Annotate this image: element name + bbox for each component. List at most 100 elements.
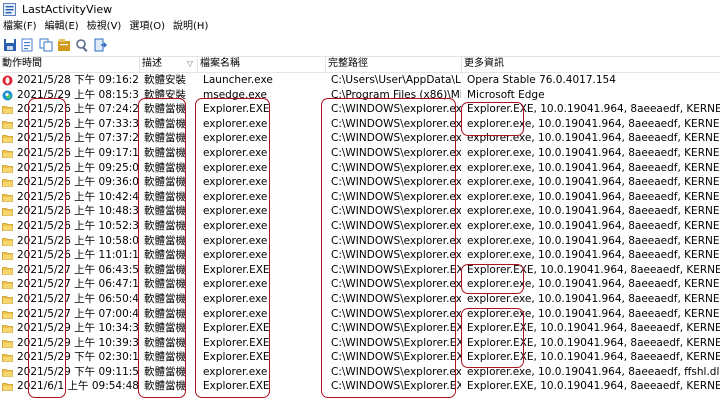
table-row[interactable]: 2021/5/29 下午 09:11:56 軟體當機 explorer.exe C:\… (0, 365, 720, 380)
cell-filename: msedge.exe (203, 88, 267, 101)
folder-icon (2, 310, 13, 319)
cell-filename: Explorer.EXE (203, 351, 270, 364)
menu-item-0[interactable]: 檔案(F) (0, 19, 42, 36)
cell-more-info: Explorer.EXE, 10.0.19041.964, 8aeeaedf, … (467, 322, 720, 335)
table-row[interactable]: 2021/5/27 上午 06:47:18 軟體當機 explorer.exe C:\… (0, 277, 720, 292)
table-row[interactable]: 2021/5/26 上午 07:24:29 軟體當機 Explorer.EXE C:\… (0, 102, 720, 117)
table-row[interactable]: 2021/5/26 上午 11:01:12 軟體當機 explorer.exe C:\… (0, 248, 720, 263)
copy-icon[interactable] (39, 38, 53, 52)
cell-action-time: 2021/5/26 上午 07:37:26 (17, 132, 138, 145)
sort-descending-icon: ▽ (186, 59, 193, 68)
table-row[interactable]: 2021/5/29 上午 10:34:34 軟體當機 Explorer.EXE C:\… (0, 321, 720, 336)
folder-icon (2, 325, 13, 333)
folder-icon (2, 296, 13, 304)
cell-action-time: 2021/5/26 上午 09:17:18 (17, 146, 138, 159)
table-row[interactable]: 2021/5/27 上午 06:50:41 軟體當機 explorer.exe C:\… (0, 292, 720, 307)
cell-action-time: 2021/5/29 上午 10:39:31 (17, 336, 138, 349)
properties-icon[interactable] (21, 38, 35, 52)
cell-action-time: 2021/5/26 上午 07:33:39 (17, 117, 138, 130)
table-row[interactable]: 2021/5/26 上午 10:42:40 軟體當機 explorer.exe C:\… (0, 190, 720, 205)
toolbar (0, 36, 720, 57)
cell-description: 軟體當機 (144, 176, 186, 189)
search-icon[interactable] (75, 38, 89, 52)
cell-filename: explorer.exe (203, 117, 268, 130)
table-row[interactable]: 2021/5/26 上午 10:48:36 軟體當機 explorer.exe C:\… (0, 204, 720, 219)
cell-full-path: C:\WINDOWS\explorer.exe (331, 278, 461, 291)
cell-description: 軟體當機 (144, 219, 186, 232)
cell-more-info: Explorer.EXE, 10.0.19041.964, 8aeeaedf, … (467, 380, 720, 393)
table-row[interactable]: 2021/5/27 上午 06:43:57 軟體當機 Explorer.EXE C:\… (0, 263, 720, 278)
table-row[interactable]: 2021/6/1 上午 09:54:48 軟體當機 Explorer.EXE C:\W… (0, 379, 720, 394)
cell-action-time: 2021/5/28 下午 09:16:27 (17, 74, 138, 86)
cell-more-info: explorer.exe, 10.0.19041.964, 8aeeaedf, … (467, 205, 720, 218)
column-header-more-info[interactable]: 更多資訊 (462, 57, 720, 72)
cell-filename: explorer.exe (203, 176, 268, 189)
cell-action-time: 2021/5/26 上午 09:36:01 (17, 176, 138, 189)
cell-description: 軟體當機 (144, 190, 186, 203)
save-icon[interactable] (3, 38, 17, 52)
cell-full-path: C:\WINDOWS\Explorer.EXE (331, 322, 461, 335)
cell-full-path: C:\WINDOWS\explorer.exe (331, 146, 461, 159)
folder-icon (2, 106, 13, 115)
cell-filename: explorer.exe (203, 132, 268, 145)
menu-item-3[interactable]: 選項(O) (126, 19, 170, 36)
cell-filename: explorer.exe (203, 249, 268, 262)
table-row[interactable]: 2021/5/26 上午 07:37:26 軟體當機 explorer.exe C:\… (0, 131, 720, 146)
cell-full-path: C:\WINDOWS\explorer.exe (331, 103, 461, 116)
cell-action-time: 2021/5/29 下午 09:11:56 (17, 365, 138, 378)
folder-icon (2, 120, 13, 129)
cell-full-path: C:\WINDOWS\explorer.exe (331, 249, 461, 262)
html-report-icon[interactable] (57, 38, 71, 52)
cell-action-time: 2021/5/26 上午 10:58:04 (17, 234, 138, 247)
menu-item-4[interactable]: 說明(H) (170, 19, 213, 36)
table-row[interactable]: 2021/5/26 上午 09:17:18 軟體當機 explorer.exe C:\… (0, 146, 720, 161)
cell-filename: Explorer.EXE (203, 380, 270, 393)
column-header-action-time[interactable]: 動作時間 (0, 57, 140, 72)
cell-description: 軟體當機 (144, 205, 186, 218)
menu-bar: 檔案(F) 編輯(E) 檢視(V) 選項(O) 說明(H) (0, 19, 720, 36)
table-row[interactable]: 2021/5/29 上午 08:15:39 軟體安裝 msedge.exe C:\Pr… (0, 88, 720, 103)
folder-icon (2, 266, 13, 275)
opera-icon (2, 75, 13, 86)
folder-icon (2, 339, 13, 348)
column-header-full-path[interactable]: 完整路徑 (326, 57, 462, 72)
cell-full-path: C:\WINDOWS\Explorer.EXE (331, 263, 461, 276)
cell-action-time: 2021/5/26 上午 10:52:31 (17, 219, 138, 232)
table-row[interactable]: 2021/5/26 上午 09:25:02 軟體當機 explorer.exe C:\… (0, 161, 720, 176)
activity-table: 動作時間 描述 ▽ 檔案名稱 完整路徑 更多資訊 2021/5/28 下午 09:… (0, 57, 720, 394)
column-header-description[interactable]: 描述 ▽ (140, 57, 198, 72)
table-row[interactable]: 2021/5/27 上午 07:00:45 軟體當機 explorer.exe C:\… (0, 307, 720, 322)
table-row[interactable]: 2021/5/26 上午 10:52:31 軟體當機 explorer.exe C:\… (0, 219, 720, 234)
folder-icon (2, 354, 13, 363)
cell-filename: Launcher.exe (203, 74, 273, 86)
cell-description: 軟體當機 (144, 263, 186, 276)
menu-item-1[interactable]: 編輯(E) (42, 19, 84, 36)
cell-filename: Explorer.EXE (203, 263, 270, 276)
table-row[interactable]: 2021/5/28 下午 09:16:27 軟體安裝 Launcher.exe C:\… (0, 73, 720, 88)
table-row[interactable]: 2021/5/26 上午 10:58:04 軟體當機 explorer.exe C:\… (0, 234, 720, 249)
cell-more-info: explorer.exe, 10.0.19041.964, 8aeeaedf, … (467, 146, 720, 159)
cell-action-time: 2021/5/27 上午 06:47:18 (17, 278, 138, 291)
cell-full-path: C:\WINDOWS\explorer.exe (331, 205, 461, 218)
cell-description: 軟體當機 (144, 132, 186, 145)
cell-action-time: 2021/5/27 上午 07:00:45 (17, 307, 138, 320)
cell-more-info: Explorer.EXE, 10.0.19041.964, 8aeeaedf, … (467, 103, 720, 116)
title-bar: LastActivityView (0, 0, 720, 19)
cell-filename: explorer.exe (203, 146, 268, 159)
table-row[interactable]: 2021/5/29 下午 02:30:15 軟體當機 Explorer.EXE C:\… (0, 350, 720, 365)
menu-item-2[interactable]: 檢視(V) (84, 19, 127, 36)
cell-more-info: explorer.exe, 10.0.19041.964, 8aeeaedf, … (467, 176, 720, 189)
table-row[interactable]: 2021/5/29 上午 10:39:31 軟體當機 Explorer.EXE C:\… (0, 336, 720, 351)
cell-description: 軟體當機 (144, 249, 186, 262)
folder-icon (2, 150, 13, 158)
exit-icon[interactable] (93, 38, 108, 52)
column-header-filename[interactable]: 檔案名稱 (198, 57, 326, 72)
cell-filename: Explorer.EXE (203, 103, 270, 116)
folder-icon (2, 252, 13, 261)
cell-more-info: explorer.exe, 10.0.19041.964, 8aeeaedf, … (467, 292, 720, 305)
folder-icon (2, 237, 13, 246)
table-row[interactable]: 2021/5/26 上午 07:33:39 軟體當機 explorer.exe C:\… (0, 117, 720, 132)
cell-description: 軟體當機 (144, 365, 186, 378)
table-row[interactable]: 2021/5/26 上午 09:36:01 軟體當機 explorer.exe C:\… (0, 175, 720, 190)
cell-description: 軟體當機 (144, 380, 186, 393)
